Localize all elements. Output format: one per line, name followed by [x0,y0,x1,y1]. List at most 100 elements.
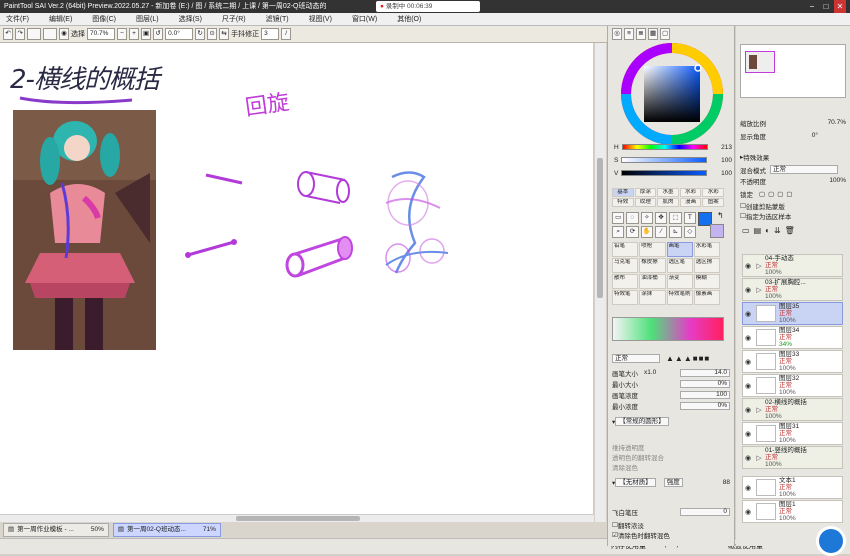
layer-item[interactable]: ◉ ▷ 04-手动态 正常 100% [742,254,843,277]
zoom-tool-icon[interactable]: ⌕ [612,226,625,238]
tool-group-tab[interactable]: 厚涂 [634,188,657,197]
tool-group-tab[interactable]: 水彩 [702,188,724,197]
delete-layer-icon[interactable]: 🗑 [785,226,795,235]
redo-button[interactable]: ↷ [15,28,25,40]
close-button[interactable]: ✕ [834,0,846,13]
vertical-scrollbar[interactable] [595,43,606,522]
visibility-eye-icon[interactable]: ◉ [743,484,753,492]
visibility-eye-icon[interactable]: ◉ [743,286,753,294]
menu-other[interactable]: 其他(O) [397,13,421,26]
layer-item[interactable]: ◉ ▷ 01-竖线的概括 正常 100% [742,446,843,469]
visibility-eye-icon[interactable]: ◉ [743,310,753,318]
menu-image[interactable]: 图像(C) [92,13,116,26]
texture-mode[interactable]: 强度 [663,478,683,487]
tool-group-tab[interactable]: 图案 [702,198,724,207]
angle-field[interactable]: 0.0° [165,28,194,40]
navigator-preview[interactable] [740,44,846,98]
hue-slider[interactable] [621,144,708,150]
folder-expand-icon[interactable]: ▷ [753,286,765,294]
magic-wand-icon[interactable]: ✧ [640,212,653,224]
rotate-reset-button[interactable]: ⊙ [207,28,218,40]
folder-expand-icon[interactable]: ▷ [753,454,765,462]
folder-expand-icon[interactable]: ▷ [753,406,765,414]
secondary-color-swatch[interactable] [710,224,724,238]
tool-group-tab[interactable]: 基本 [612,188,634,197]
rotate-right-button[interactable]: ↻ [195,28,206,40]
straight-line-icon[interactable]: / [281,28,292,40]
swatches-tab-icon[interactable]: ▦ [648,28,659,40]
menu-select[interactable]: 选择(S) [179,13,202,26]
color-wheel[interactable] [620,42,724,146]
folder-expand-icon[interactable]: ▷ [753,262,765,270]
hand-tool-icon[interactable]: ✋ [640,226,653,238]
brush-size-value[interactable]: 14.0 [680,368,730,377]
maximize-button[interactable]: □ [820,0,832,13]
lasso-icon[interactable]: ◌ [626,212,639,224]
nav-zoom-value[interactable]: 70.7% [828,119,846,126]
texture-select[interactable]: 【无材质】 [615,478,656,487]
visibility-eye-icon[interactable]: ◉ [743,358,753,366]
brush-shape-icons[interactable]: ▲▲▲■■■ [666,354,710,363]
layer-item[interactable]: ◉ 图层32 正常 100% [742,374,843,397]
opacity-value[interactable]: 100% [829,177,846,184]
minimize-button[interactable]: − [806,0,818,13]
tool-group-tab[interactable]: 纹理 [634,198,657,207]
tool-group-tab[interactable]: 水彩 [679,188,702,197]
layer-item[interactable]: ◉ 图层1 正常 100% [742,500,843,523]
visibility-eye-icon[interactable]: ◉ [743,406,753,414]
zoom-out-button[interactable]: − [117,28,127,40]
chat-bubble-icon[interactable] [816,526,846,556]
layer-item[interactable]: ◉ 图层31 正常 100% [742,422,843,445]
text-tool-icon[interactable]: T [683,212,696,224]
saturation-slider[interactable] [621,157,708,163]
lock-icons[interactable]: ▢▢▢▢ [759,190,796,198]
eyedropper-icon[interactable]: ⁄ [654,226,668,238]
layer-item[interactable]: ◉ ▷ 03-扩展胸腔... 正常 100% [742,278,843,301]
menu-filter[interactable]: 滤镜(T) [266,13,289,26]
undo-button[interactable]: ↶ [3,28,13,40]
menu-view[interactable]: 视图(V) [309,13,332,26]
spread-value[interactable]: 0 [680,507,730,516]
zoom-in-button[interactable]: + [129,28,139,40]
rotate-tool-icon[interactable]: ⟳ [626,226,639,238]
canvas[interactable]: 2-横线的概括 回旋 [0,43,594,514]
shape-tool-icon[interactable]: ◇ [683,226,696,238]
tool-group-tab[interactable]: 漫画 [679,198,702,207]
ruler-tool-icon[interactable]: ⊾ [669,226,682,238]
flip-icon[interactable]: ⇆ [219,28,230,40]
merge-icon[interactable]: ⇊ [774,226,781,235]
visibility-eye-icon[interactable]: ◉ [743,382,753,390]
brush-density-value[interactable]: 100 [680,390,730,399]
horizontal-scroll-thumb[interactable] [236,516,360,521]
tool-group-tab[interactable]: 肌肉 [657,198,679,207]
horizontal-scrollbar[interactable] [0,514,594,522]
menu-file[interactable]: 文件(F) [6,13,29,26]
zoom-reset-button[interactable]: ▣ [141,28,152,40]
layer-item[interactable]: ◉ 图层35 正常 100% [742,302,843,325]
stabilizer-select[interactable]: 3 [261,28,280,40]
min-size-value[interactable]: 0% [680,379,730,388]
menu-edit[interactable]: 编辑(E) [49,13,72,26]
tab-document-1[interactable]: ▤ 第一周作业模板 - ... 50% [3,523,109,537]
rect-select-icon[interactable]: ▭ [612,212,625,224]
selection-visible-icon[interactable]: ◉ [59,28,69,40]
rgb-slider-tab-icon[interactable]: ≡ [624,28,634,40]
visibility-eye-icon[interactable]: ◉ [743,262,753,270]
texture-value[interactable]: 88 [723,479,730,486]
layer-item[interactable]: ◉ 文本1 正常 100% [742,476,843,499]
nav-rotate-value[interactable]: 0° [812,132,818,139]
min-density-value[interactable]: 0% [680,401,730,410]
brush-size-mult[interactable]: x1.0 [644,369,656,376]
brush-shape-select[interactable]: 【常规的圆形】 [615,417,669,426]
layer-move-icon[interactable]: ✥ [654,212,668,224]
layer-item[interactable]: ◉ 图层34 正常 34% [742,326,843,349]
visibility-eye-icon[interactable]: ◉ [743,508,753,516]
color-mixer[interactable] [612,317,724,341]
new-layer-icon[interactable]: ▭ [742,226,750,235]
menu-ruler[interactable]: 尺子(R) [222,13,246,26]
blend-mode-select[interactable]: 正常 [770,165,838,174]
new-folder-icon[interactable]: ▤ [754,226,762,235]
menu-window[interactable]: 窗口(W) [352,13,377,26]
layer-item[interactable]: ◉ 图层33 正常 100% [742,350,843,373]
color-wheel-tab-icon[interactable]: ◎ [612,28,622,40]
